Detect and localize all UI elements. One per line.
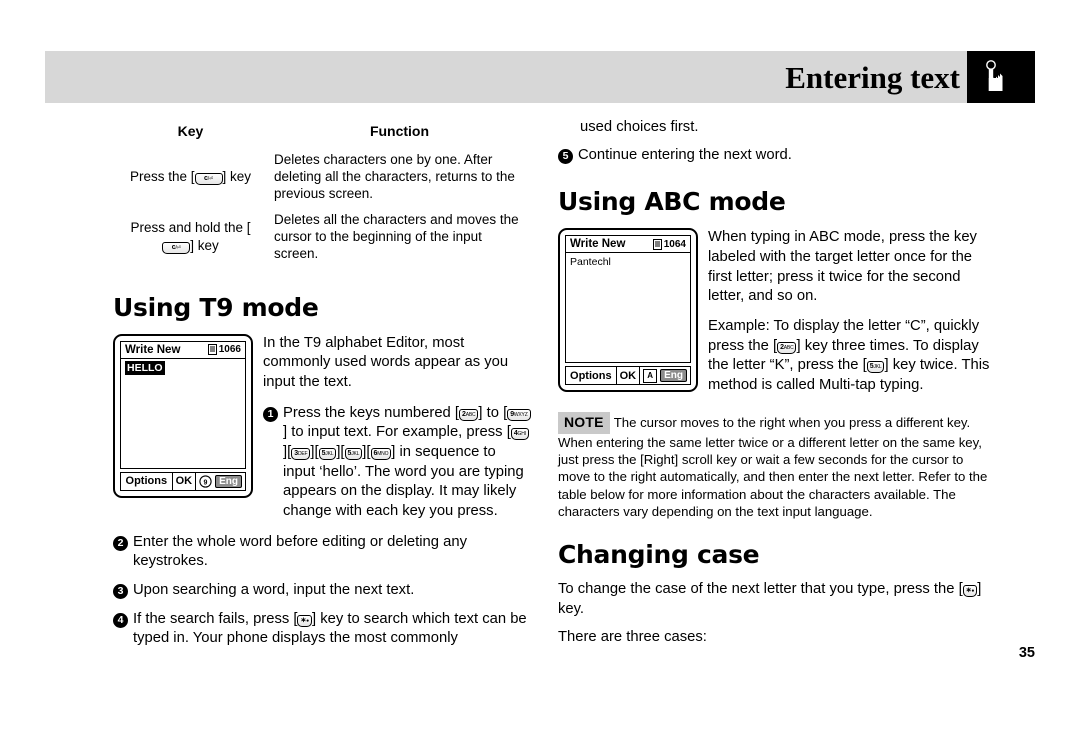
heading-using-t9-mode: Using T9 mode (113, 292, 319, 322)
list-item-text: Upon searching a word, input the next te… (133, 581, 415, 598)
left-column: Key Function Press the [c/⏎] key Deletes… (113, 118, 531, 649)
message-icon (207, 344, 217, 355)
softkey-options[interactable]: Options (566, 367, 616, 384)
message-icon (652, 238, 662, 250)
c-back-key-icon: c/⏎ (194, 173, 223, 186)
page-title: Entering text (785, 60, 960, 95)
case-tail-paragraph: There are three cases: (558, 629, 707, 646)
list-item-number: 3 (113, 583, 128, 599)
table-header-row: Key Function (113, 118, 531, 147)
note-badge: NOTE (558, 412, 610, 434)
phone-counter: 1066 (207, 344, 241, 355)
phone-entered-text: HELLO (125, 360, 165, 375)
list-item-number: 5 (558, 148, 573, 164)
keypad-key-icon: 9WXYZ (507, 408, 531, 421)
list-item-text: Enter the whole word before editing or d… (133, 533, 467, 570)
phone-screen-body: HELLO (120, 358, 246, 469)
phone-softkey-bar: Options OK A Eng (565, 366, 691, 386)
softkey-ok[interactable]: OK (171, 472, 196, 490)
abc-icon: A (639, 367, 660, 385)
column-header-function: Function (369, 123, 430, 139)
list-item-text: Press the keys numbered [2ABC] to [9WXYZ… (283, 404, 531, 522)
list-item-number: 1 (263, 406, 278, 422)
list-item: 5 Continue entering the next word. (558, 146, 998, 166)
case-paragraph: To change the case of the next letter th… (558, 581, 982, 617)
softkey-options[interactable]: Options (121, 473, 172, 490)
list-item-number: 2 (113, 535, 128, 551)
phone-title-text: Write New (570, 238, 626, 251)
phone-title-bar: Write New 1064 (565, 235, 691, 254)
phone-title-bar: Write New 1066 (120, 340, 246, 359)
table-cell-key: Press the [c/⏎] key (113, 147, 268, 207)
column-header-key: Key (177, 123, 204, 139)
list-item: 1 Press the keys numbered [2ABC] to [9WX… (263, 404, 531, 522)
keypad-key-icon: 2ABC (459, 408, 479, 421)
keypad-key-icon: 4GHI (510, 428, 529, 441)
list-item-text: If the search fails, press [∗●] key to s… (133, 610, 527, 647)
list-item: 3 Upon searching a word, input the next … (113, 581, 531, 601)
keypad-key-icon: 5JKL (866, 361, 885, 374)
phone-screen-body: Pantechl (565, 253, 691, 364)
phone-entered-text: Pantechl (570, 256, 611, 269)
heading-changing-case: Changing case (558, 540, 760, 570)
phone-mock-abc: Write New 1064 Pantechl Options OK A Eng (558, 228, 698, 393)
keypad-key-icon: 6MNO (370, 447, 392, 460)
phone-counter-value: 1064 (663, 238, 686, 250)
phone-title-text: Write New (125, 343, 181, 356)
key-function-table: Key Function Press the [c/⏎] key Deletes… (113, 118, 531, 267)
list-item: 4 If the search fails, press [∗●] key to… (113, 610, 531, 649)
phone-counter: 1064 (652, 238, 686, 250)
key-cell-suffix: ] key (190, 237, 219, 253)
phone-softkey-bar: Options OK 9 Eng (120, 471, 246, 491)
phone-counter-value: 1066 (218, 344, 241, 355)
continuation-paragraph: used choices first. (580, 119, 699, 135)
table-cell-function: Deletes characters one by one. After del… (274, 151, 515, 202)
t9-icon: 9 (195, 472, 215, 490)
key-cell-prefix: Press the [ (129, 169, 195, 185)
hand-pointing-icon (967, 51, 1035, 103)
keypad-key-icon: ∗● (297, 614, 312, 627)
list-item-text: Continue entering the next word. (578, 146, 792, 163)
list-item: 2 Enter the whole word before editing or… (113, 533, 531, 572)
phone-mock-t9: Write New 1066 HELLO Options OK 9 Eng (113, 333, 253, 498)
right-column: used choices first. 5 Continue entering … (558, 118, 998, 648)
page-number: 35 (1018, 645, 1035, 661)
key-cell-prefix: Press and hold the [ (130, 220, 251, 236)
softkey-ok[interactable]: OK (615, 367, 640, 385)
table-row: Press and hold the [ c/⏎] key Deletes all… (113, 207, 531, 267)
svg-text:9: 9 (204, 479, 208, 486)
table-row: Press the [c/⏎] key Deletes characters o… (113, 147, 531, 207)
c-back-key-icon: c/⏎ (162, 241, 191, 254)
list-item-number: 4 (113, 612, 128, 628)
keypad-key-icon: 5JKL (318, 447, 337, 460)
heading-using-abc-mode: Using ABC mode (558, 187, 786, 217)
table-cell-key: Press and hold the [ c/⏎] key (113, 207, 268, 267)
note-text: The cursor moves to the right when you p… (558, 415, 988, 519)
keypad-key-icon: 5JKL (344, 447, 363, 460)
key-cell-suffix: ] key (222, 169, 252, 185)
language-badge: Eng (215, 474, 242, 488)
language-badge: Eng (660, 369, 687, 383)
note-block: NOTE The cursor moves to the right when y… (558, 412, 998, 520)
keypad-key-icon: ∗● (962, 585, 978, 598)
keypad-key-icon: 2ABC (777, 341, 797, 354)
table-cell-function: Deletes all the characters and moves the… (274, 211, 519, 262)
keypad-key-icon: 3DEF (291, 447, 311, 460)
